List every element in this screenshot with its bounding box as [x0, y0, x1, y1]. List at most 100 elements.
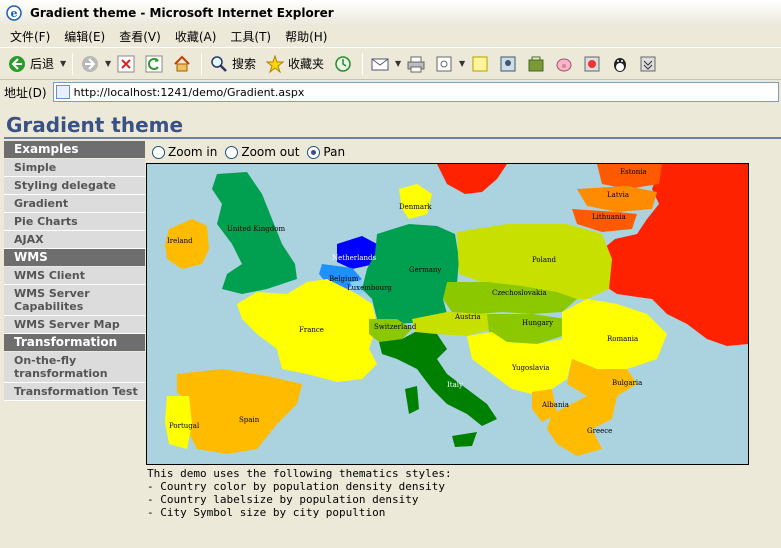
- sidebar-item-simple[interactable]: Simple: [4, 159, 145, 177]
- sidebar-item-ajax[interactable]: AJAX: [4, 231, 145, 249]
- label-portugal: Portugal: [169, 422, 200, 430]
- tool-button[interactable]: [579, 51, 605, 77]
- description-line: - City Symbol size by city popultion: [147, 506, 386, 519]
- home-button[interactable]: [169, 51, 195, 77]
- edit-dropdown-icon[interactable]: ▼: [459, 59, 467, 68]
- address-label: 地址(D): [4, 85, 47, 100]
- label-spain: Spain: [239, 416, 260, 424]
- title-underline: [4, 137, 781, 139]
- sidebar-header-examples: Examples: [4, 141, 145, 158]
- menu-favorites[interactable]: 收藏(A): [169, 28, 225, 45]
- menu-tools[interactable]: 工具(T): [224, 28, 279, 45]
- pan-label[interactable]: Pan: [323, 145, 345, 159]
- sidebar-item-pie-charts[interactable]: Pie Charts: [4, 213, 145, 231]
- tool-icon: [584, 56, 600, 71]
- mail-button[interactable]: [367, 51, 393, 77]
- back-arrow-icon: [9, 55, 25, 72]
- zoom-out-radio[interactable]: [225, 145, 239, 159]
- pan-radio[interactable]: [307, 145, 321, 159]
- label-lithuania: Lithuania: [592, 213, 626, 221]
- research-button[interactable]: [495, 51, 521, 77]
- label-germany: Germany: [409, 266, 441, 274]
- svg-text:e: e: [11, 7, 18, 20]
- note-icon: [472, 56, 488, 71]
- collapse-button[interactable]: [635, 51, 661, 77]
- label-ireland: Ireland: [167, 237, 193, 245]
- home-icon: [174, 55, 190, 71]
- label-albania: Albania: [541, 401, 569, 409]
- sidebar-item-wms-client[interactable]: WMS Client: [4, 267, 145, 285]
- label-latvia: Latvia: [607, 191, 629, 199]
- address-bar: 地址(D) http://localhost:1241/demo/Gradien…: [0, 80, 781, 104]
- label-belgium: Belgium: [329, 275, 359, 283]
- forward-button[interactable]: [77, 51, 103, 77]
- sidebar-item-wms-server-map[interactable]: WMS Server Map: [4, 316, 145, 334]
- search-button[interactable]: 搜索: [206, 51, 260, 77]
- printer-icon: [407, 56, 425, 72]
- qq-button[interactable]: [607, 51, 633, 77]
- label-italy: Italy: [447, 381, 463, 389]
- label-romania: Romania: [607, 335, 638, 343]
- pig-icon: [556, 58, 572, 71]
- label-france: France: [299, 326, 324, 334]
- collapse-icon: [640, 56, 656, 71]
- edit-button[interactable]: [431, 51, 457, 77]
- zoom-out-label[interactable]: Zoom out: [241, 145, 299, 159]
- sidebar-item-styling-delegate[interactable]: Styling delegate: [4, 177, 145, 195]
- menu-view[interactable]: 查看(V): [113, 28, 169, 45]
- sidebar-item-on-the-fly[interactable]: On-the-fly transformation: [4, 352, 145, 383]
- refresh-icon: [145, 55, 163, 72]
- back-button[interactable]: 后退: [4, 51, 58, 77]
- toolbar-separator: [72, 52, 74, 75]
- back-dropdown-icon[interactable]: ▼: [60, 59, 68, 68]
- mail-dropdown-icon[interactable]: ▼: [395, 59, 403, 68]
- stop-icon: [117, 55, 135, 72]
- refresh-button[interactable]: [141, 51, 167, 77]
- menu-file[interactable]: 文件(F): [4, 28, 58, 45]
- label-netherlands: Netherlands: [332, 254, 376, 262]
- page-content: Gradient theme Examples Simple Styling d…: [0, 105, 781, 548]
- internet-explorer-icon: e: [6, 5, 22, 21]
- history-button[interactable]: [330, 51, 356, 77]
- page-title: Gradient theme: [6, 113, 184, 137]
- edit-page-icon: [436, 56, 452, 71]
- history-icon: [335, 55, 351, 72]
- star-icon: [266, 54, 285, 73]
- label-switzerland: Switzerland: [374, 323, 417, 331]
- print-button[interactable]: [403, 51, 429, 77]
- sidebar-item-wms-server-capabilites[interactable]: WMS Server Capabilites: [4, 285, 145, 316]
- note-button[interactable]: [467, 51, 493, 77]
- penguin-icon: [614, 57, 627, 72]
- window-title-bar: e Gradient theme - Microsoft Internet Ex…: [0, 0, 781, 26]
- zoom-in-label[interactable]: Zoom in: [168, 145, 217, 159]
- menu-edit[interactable]: 编辑(E): [58, 28, 113, 45]
- label-poland: Poland: [532, 256, 557, 264]
- toolbar-separator: [201, 52, 203, 75]
- search-icon: [211, 55, 227, 72]
- messenger-button[interactable]: [523, 51, 549, 77]
- sidebar: Examples Simple Styling delegate Gradien…: [4, 141, 145, 401]
- favorites-button[interactable]: 收藏夹: [262, 51, 328, 77]
- stop-button[interactable]: [113, 51, 139, 77]
- favorites-label: 收藏夹: [288, 57, 325, 71]
- back-label: 后退: [30, 57, 55, 71]
- sidebar-item-gradient[interactable]: Gradient: [4, 195, 145, 213]
- sidebar-item-transformation-test[interactable]: Transformation Test: [4, 383, 145, 401]
- map-view[interactable]: Estonia Latvia Lithuania Denmark United …: [146, 163, 749, 465]
- description: This demo uses the following thematics s…: [147, 467, 747, 519]
- forward-dropdown-icon[interactable]: ▼: [105, 59, 113, 68]
- country-germany: [362, 224, 459, 324]
- sidebar-header-transformation: Transformation: [4, 334, 145, 351]
- map-tool-radios: Zoom in Zoom out Pan: [152, 145, 353, 159]
- search-label: 搜索: [232, 57, 257, 71]
- label-hungary: Hungary: [522, 319, 553, 327]
- pig-button[interactable]: [551, 51, 577, 77]
- description-line: - Country color by population density de…: [147, 480, 446, 493]
- menu-help[interactable]: 帮助(H): [279, 28, 335, 45]
- address-input[interactable]: http://localhost:1241/demo/Gradient.aspx: [52, 82, 779, 102]
- label-austria: Austria: [454, 313, 481, 321]
- zoom-in-radio[interactable]: [152, 145, 165, 159]
- forward-arrow-icon: [82, 55, 99, 72]
- toolbar-separator: [362, 52, 364, 75]
- research-icon: [500, 56, 516, 71]
